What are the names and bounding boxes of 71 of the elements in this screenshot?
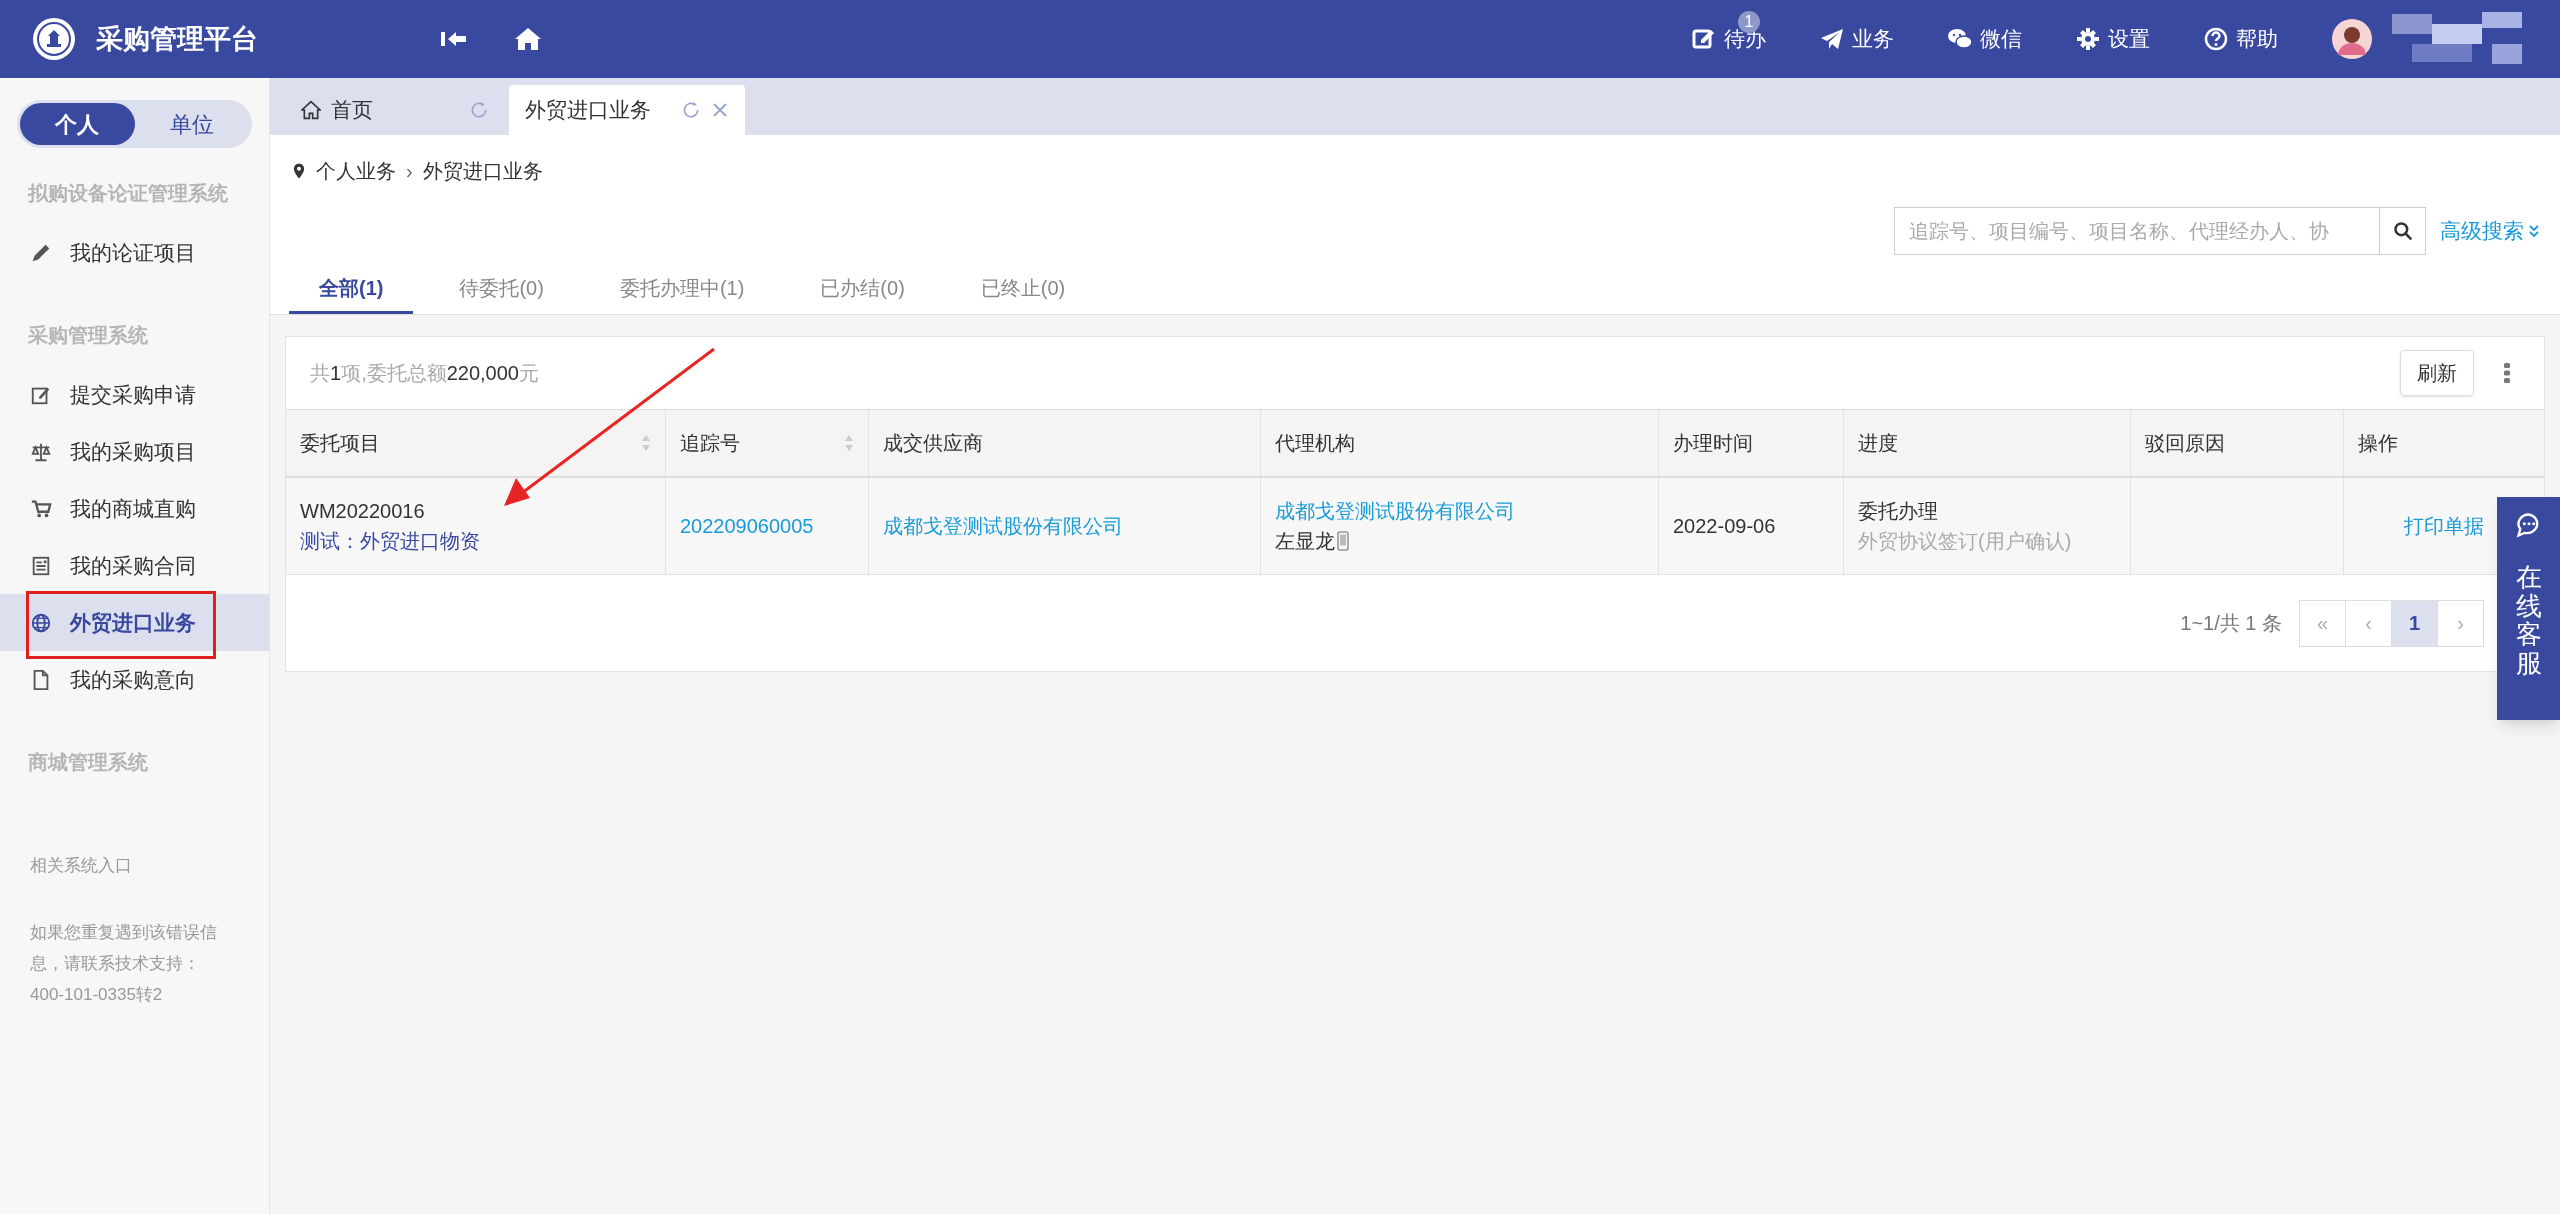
search-field[interactable]: 追踪号、项目编号、项目名称、代理经办人、协 [1894,207,2380,255]
page-tab[interactable]: 外贸进口业务 [509,85,745,135]
search-icon [2392,221,2413,241]
refresh-button[interactable]: 刷新 [2400,350,2474,396]
section-heading: 采购管理系统 [28,322,148,348]
nav-link[interactable]: 待办 1 [1692,9,1770,69]
column-header[interactable]: 委托项目 [286,410,666,476]
sidebar-item[interactable]: 提交采购申请 [0,366,269,423]
column-header[interactable]: 追踪号 [666,410,869,476]
support-text: 如果您重复遇到该错误信息，请联系技术支持：400-101-0335转2 [30,921,218,1006]
document-icon [30,554,52,577]
column-header: 驳回原因 [2131,410,2344,476]
page-tab[interactable]: 首页 [285,85,505,135]
chat-bubbles-icon [1948,27,1972,51]
search-button[interactable] [2380,207,2426,255]
filter-tab[interactable]: 待委托(0) [429,264,574,314]
location-pin-icon [292,163,306,179]
online-service-button[interactable]: 在线客服 [2497,497,2560,720]
more-options-button[interactable] [2502,361,2512,385]
page-button[interactable]: 1 [2391,599,2438,647]
section-heading: 拟购设备论证管理系统 [28,180,228,206]
table-summary: 共1项,委托总额220,000元 [310,361,540,386]
project-name-link[interactable]: 测试：外贸进口物资 [300,526,651,556]
settings-icon [2076,27,2100,51]
toggle-option[interactable]: 个人 [20,103,135,145]
breadcrumb-link[interactable]: 个人业务 [316,156,396,186]
section-heading: 商城管理系统 [28,749,148,775]
table-cell-text: 2022-09-06 [1673,514,1777,539]
sidebar-item[interactable]: 我的商城直购 [0,480,269,537]
sidebar-item[interactable]: 外贸进口业务 [0,594,269,651]
column-header: 代理机构 [1261,410,1659,476]
column-header: 成交供应商 [869,410,1261,476]
progress-status: 委托办理 [1858,499,1939,524]
nav-link[interactable]: 设置 [2076,9,2154,69]
progress-detail: 外贸协议签订(用户确认) [1858,529,2073,554]
breadcrumb-separator: › [406,159,413,184]
pagination-summary: 1~1/共 1 条 [2180,611,2282,636]
filter-tab[interactable]: 已终止(0) [950,264,1096,314]
project-code: WM20220016 [300,499,426,524]
app-title: 采购管理平台 [96,22,259,56]
column-header: 进度 [1844,410,2131,476]
home-icon [515,27,541,51]
sidebar-item[interactable]: 我的采购项目 [0,423,269,480]
kebab-menu-icon [2504,363,2510,383]
column-header: 操作 [2357,431,2399,456]
collapse-icon [441,29,467,49]
phone-icon [1337,531,1349,551]
double-chevron-icon [2528,224,2540,238]
sidebar-item[interactable]: 我的采购合同 [0,537,269,594]
edit-icon [1692,27,1716,51]
breadcrumb-link[interactable]: 外贸进口业务 [422,156,543,186]
toggle-option[interactable]: 单位 [134,103,249,145]
sidebar-item[interactable]: 我的论证项目 [0,224,269,281]
help-icon [2204,27,2228,51]
sidebar-item[interactable]: 我的采购意向 [0,651,269,708]
nav-link[interactable]: 微信 [1948,9,2026,69]
nav-link[interactable]: 帮助 [2204,9,2282,69]
paper-plane-icon [1820,27,1844,51]
column-header: 办理时间 [1659,410,1844,476]
home-icon [301,100,321,120]
filter-tab[interactable]: 全部(1) [289,264,414,314]
refresh-icon [469,100,489,120]
avatar-icon [2332,19,2372,59]
emblem-icon [32,17,76,61]
filter-tab[interactable]: 已办结(0) [790,264,935,314]
nav-link[interactable]: 业务 [1820,9,1898,69]
refresh-icon [681,100,701,120]
section-label: 相关系统入口 [30,855,133,877]
globe-icon [30,611,52,634]
agent-name: 左显龙 [1275,529,1335,554]
filter-tab[interactable]: 委托办理中(1) [589,264,775,314]
